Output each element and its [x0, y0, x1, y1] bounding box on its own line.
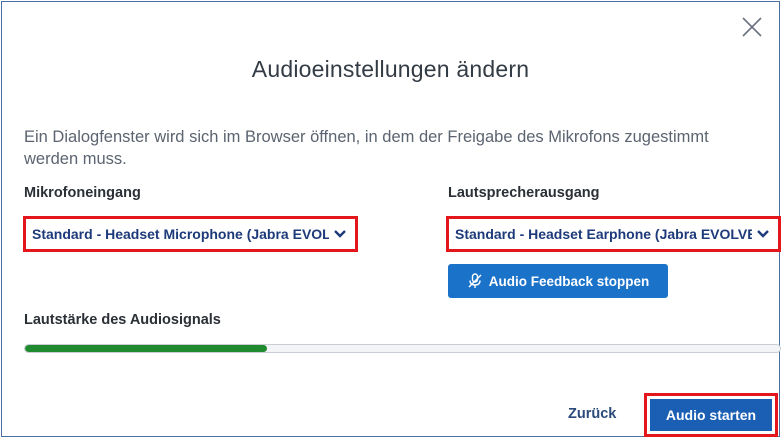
microphone-select[interactable]: Standard - Headset Microphone (Jabra EVO… — [23, 216, 358, 252]
audio-feedback-stop-button[interactable]: Audio Feedback stoppen — [448, 264, 668, 298]
microphone-label: Mikrofoneingang — [24, 185, 141, 201]
speaker-select[interactable]: Standard - Headset Earphone (Jabra EVOLV… — [446, 216, 781, 252]
start-audio-button[interactable]: Audio starten — [650, 399, 772, 431]
audio-settings-dialog: Audioeinstellungen ändern Ein Dialogfens… — [1, 1, 781, 437]
chevron-down-icon — [757, 230, 769, 238]
speaker-label: Lautsprecherausgang — [448, 185, 600, 201]
audio-feedback-stop-label: Audio Feedback stoppen — [488, 273, 650, 289]
microphone-select-value: Standard - Headset Microphone (Jabra EVO… — [32, 226, 329, 242]
speaker-select-value: Standard - Headset Earphone (Jabra EVOLV… — [455, 226, 752, 242]
volume-meter — [24, 344, 781, 353]
close-icon[interactable] — [739, 14, 765, 40]
chevron-down-icon — [334, 230, 346, 238]
back-button[interactable]: Zurück — [568, 406, 616, 422]
dialog-description: Ein Dialogfenster wird sich im Browser ö… — [24, 128, 709, 168]
microphone-off-icon — [468, 273, 482, 288]
start-audio-highlight: Audio starten — [644, 393, 778, 437]
volume-meter-fill — [25, 345, 267, 352]
dialog-title: Audioeinstellungen ändern — [251, 56, 530, 82]
volume-label: Lautstärke des Audiosignals — [24, 312, 221, 328]
